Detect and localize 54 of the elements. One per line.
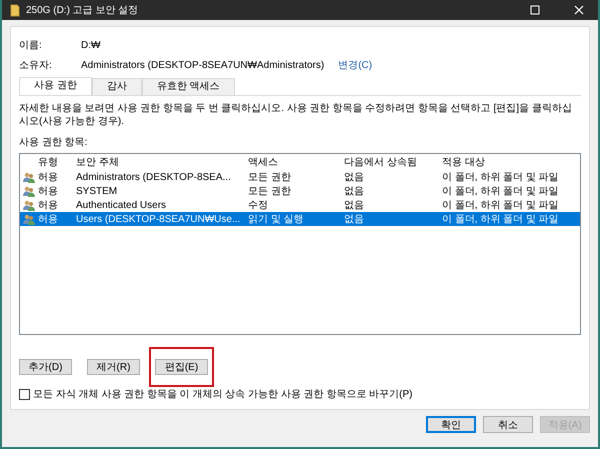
tab[interactable]: 감사	[92, 78, 142, 95]
action-button[interactable]: 추가(D)	[19, 359, 72, 375]
table-cell-text: 읽기 및 실행	[248, 213, 305, 226]
table-row[interactable]: 허용 Authenticated Users 수정 없음 이 폴더, 하위 폴더 및 파일	[20, 198, 580, 212]
checkbox-label: 모든 자식 개체 사용 권한 항목을 이 개체의 상속 가능한 사용 권한 항목으로 바꾸기(P)	[33, 388, 412, 401]
table-cell-text: 없음	[344, 213, 365, 226]
table-row[interactable]: 허용 Administrators (DESKTOP-8SEA... 모든 권한 없음 이 폴더, 하위 폴더 및 파일	[20, 170, 580, 184]
column-header[interactable]: 액세스	[248, 155, 344, 169]
column-header[interactable]: 다음에서 상속됨	[344, 155, 442, 169]
table-row[interactable]: 허용 Users (DESKTOP-8SEA7UN₩Use... 읽기 및 실행 없음 이 폴더, 하위 폴더 및 파일	[20, 212, 580, 226]
tab[interactable]: 유효한 액세스	[142, 78, 235, 95]
table-cell-text: 허용	[38, 171, 59, 184]
table-cell-text: SYSTEM	[76, 186, 118, 196]
table-cell-text: 허용	[38, 199, 59, 212]
action-button[interactable]: 제거(R)	[87, 359, 140, 375]
table-cell-text: 허용	[38, 213, 59, 226]
column-header[interactable]: 유형	[38, 155, 76, 169]
field-value: Administrators (DESKTOP-8SEA7UN₩Administrators)	[81, 60, 324, 70]
field-label: 소유자:	[19, 59, 53, 72]
checkbox[interactable]	[19, 388, 30, 400]
field-value: D:₩	[81, 40, 100, 50]
column-header[interactable]: 보안 주체	[76, 155, 248, 169]
users-icon	[23, 200, 35, 210]
dialog-button[interactable]: 취소	[483, 416, 533, 433]
table-cell-text: Administrators (DESKTOP-8SEA...	[76, 172, 232, 182]
users-icon	[23, 214, 35, 224]
table-cell-text: 없음	[344, 171, 365, 184]
change-link[interactable]: 변경(C)	[338, 58, 372, 72]
action-button[interactable]: 편집(E)	[155, 359, 208, 375]
users-icon	[23, 172, 35, 182]
instructions-text: 자세한 내용을 보려면 사용 권한 항목을 두 번 클릭하십시오. 사용 권한 항목을 수정하려면 항목을 선택하고 [편집]을 클릭하십시오(사용 가능한 경우).	[19, 102, 573, 128]
folder-icon	[10, 4, 20, 16]
table-cell-text: 이 폴더, 하위 폴더 및 파일	[442, 213, 560, 226]
table-cell-text: 없음	[344, 185, 365, 198]
list-label: 사용 권한 항목:	[19, 136, 88, 149]
table-cell-text: Authenticated Users	[76, 200, 168, 210]
window-title: 250G (D:) 고급 보안 설정	[26, 4, 138, 17]
table-cell-text: Users (DESKTOP-8SEA7UN₩Use...	[76, 214, 242, 224]
table-cell-text: 이 폴더, 하위 폴더 및 파일	[442, 199, 560, 212]
table-cell-text: 모든 권한	[248, 185, 292, 198]
maximize-icon[interactable]	[530, 5, 540, 15]
table-cell-text: 허용	[38, 185, 59, 198]
table-cell-text: 이 폴더, 하위 폴더 및 파일	[442, 171, 560, 184]
table-cell-text: 수정	[248, 199, 269, 212]
dialog-button[interactable]: 확인	[426, 416, 476, 433]
table-cell-text: 없음	[344, 199, 365, 212]
tab[interactable]: 사용 권한	[19, 77, 92, 95]
close-icon[interactable]	[574, 5, 584, 15]
field-label: 이름:	[19, 39, 43, 52]
users-icon	[23, 186, 35, 196]
table-cell-text: 이 폴더, 하위 폴더 및 파일	[442, 185, 560, 198]
table-cell-text: 모든 권한	[248, 171, 292, 184]
column-header[interactable]: 적용 대상	[442, 155, 580, 169]
table-row[interactable]: 허용 SYSTEM 모든 권한 없음 이 폴더, 하위 폴더 및 파일	[20, 184, 580, 198]
